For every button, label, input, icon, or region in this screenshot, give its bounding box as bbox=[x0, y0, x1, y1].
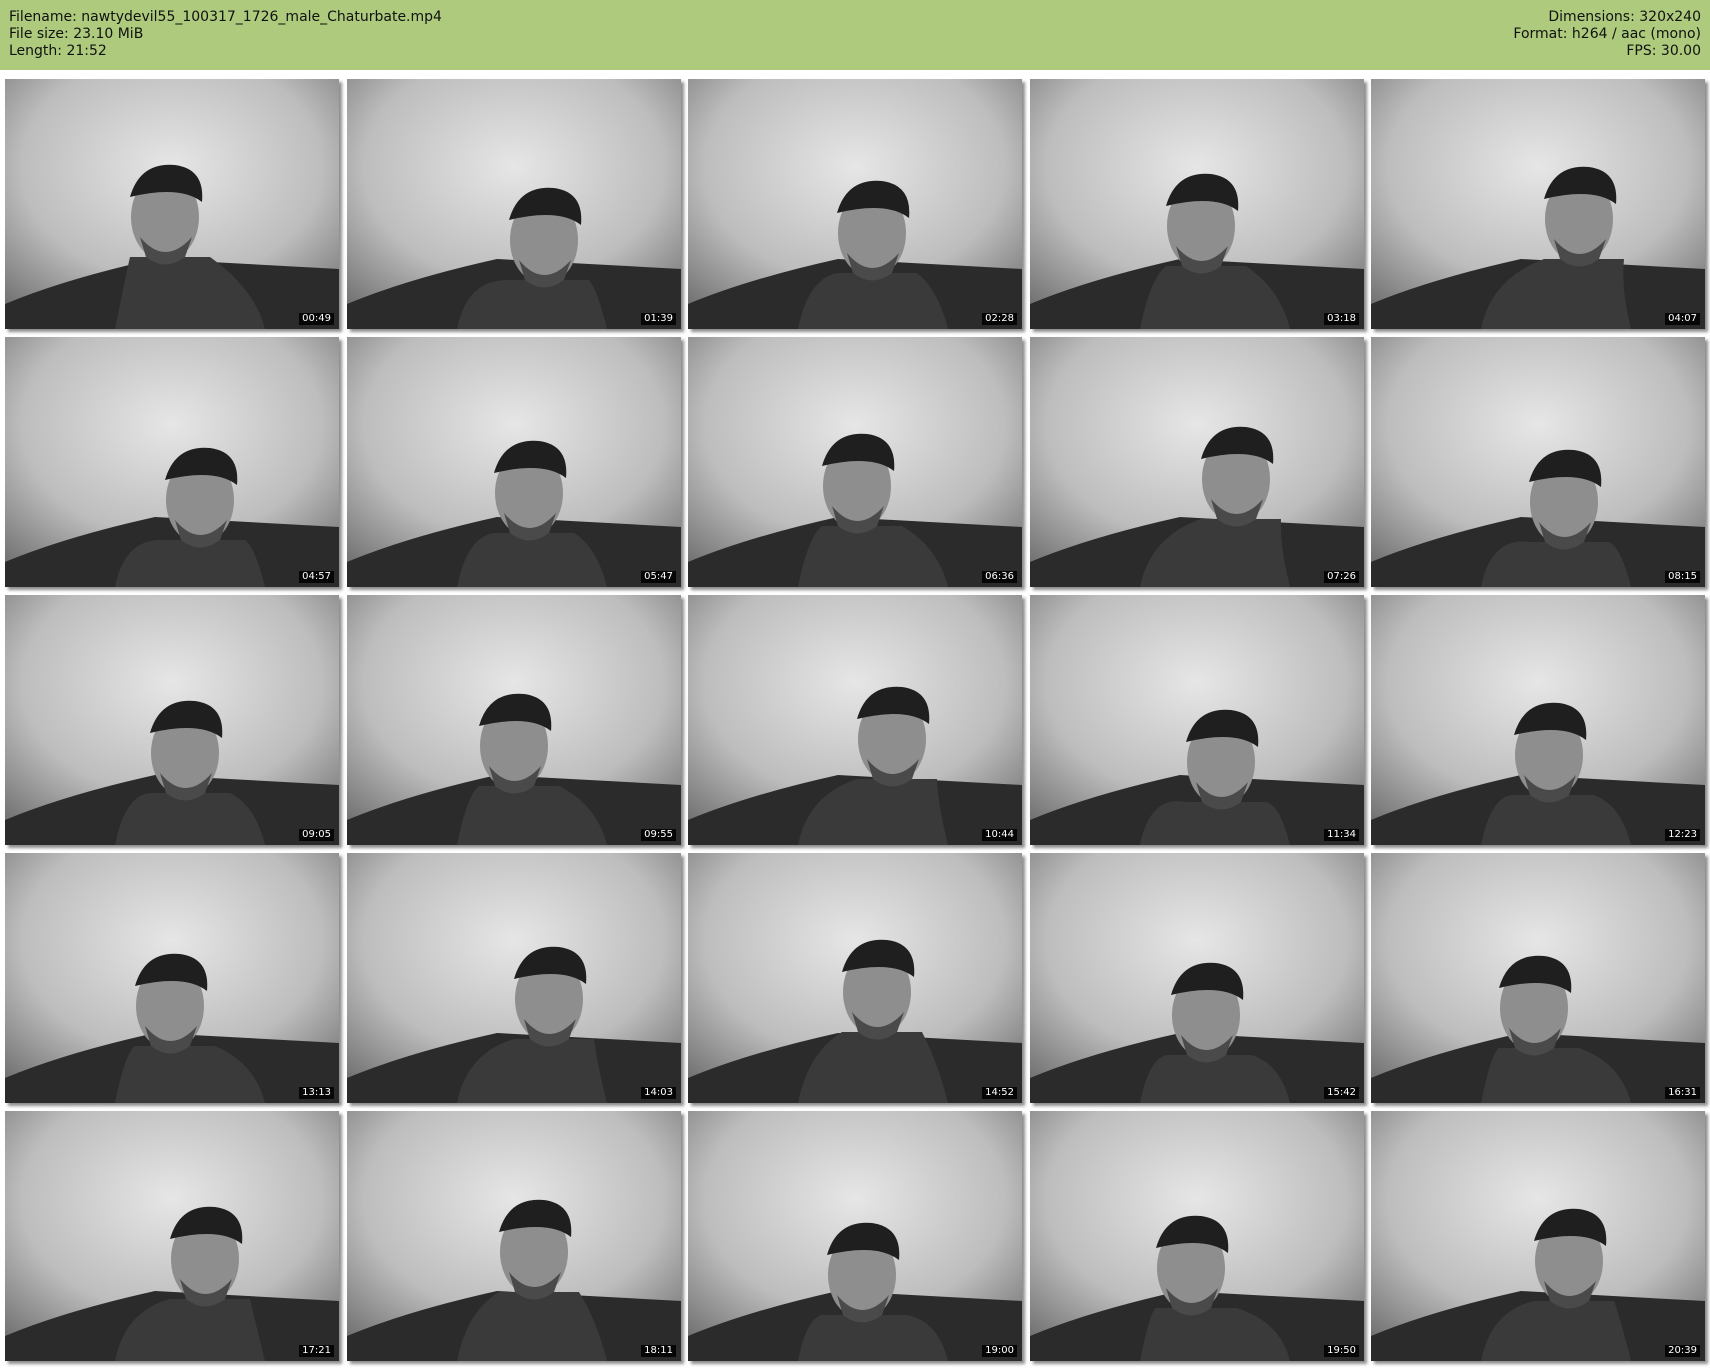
thumbnail-frame-image bbox=[347, 79, 681, 329]
video-thumbnail: 19:00 bbox=[688, 1111, 1022, 1361]
thumbnail-grid: 00:49 01:39 02:28 03:18 04:07 04:57 05:47 06:36… bbox=[5, 79, 1707, 1367]
thumbnail-frame-image bbox=[5, 1111, 339, 1361]
video-thumbnail: 06:36 bbox=[688, 337, 1022, 587]
thumbnail-timestamp: 12:23 bbox=[1665, 829, 1700, 841]
video-thumbnail: 13:13 bbox=[5, 853, 339, 1103]
video-thumbnail: 14:03 bbox=[347, 853, 681, 1103]
thumbnail-frame-image bbox=[1030, 853, 1364, 1103]
thumbnail-timestamp: 14:52 bbox=[982, 1087, 1017, 1099]
thumbnail-frame-image bbox=[688, 79, 1022, 329]
thumbnail-frame-image bbox=[1371, 853, 1705, 1103]
filename-text: Filename: nawtydevil55_100317_1726_male_… bbox=[9, 9, 442, 25]
thumbnail-timestamp: 19:50 bbox=[1324, 1345, 1359, 1357]
thumbnail-timestamp: 20:39 bbox=[1665, 1345, 1700, 1357]
thumbnail-timestamp: 15:42 bbox=[1324, 1087, 1359, 1099]
thumbnail-timestamp: 10:44 bbox=[982, 829, 1017, 841]
thumbnail-frame-image bbox=[347, 853, 681, 1103]
thumbnail-frame-image bbox=[347, 337, 681, 587]
thumbnail-frame-image bbox=[1371, 79, 1705, 329]
thumbnail-timestamp: 13:13 bbox=[299, 1087, 334, 1099]
thumbnail-frame-image bbox=[1371, 595, 1705, 845]
thumbnail-frame-image bbox=[347, 1111, 681, 1361]
thumbnail-timestamp: 14:03 bbox=[641, 1087, 676, 1099]
thumbnail-timestamp: 18:11 bbox=[641, 1345, 676, 1357]
filesize-text: File size: 23.10 MiB bbox=[9, 26, 144, 42]
video-thumbnail: 17:21 bbox=[5, 1111, 339, 1361]
fps-text: FPS: 30.00 bbox=[1626, 43, 1701, 59]
thumbnail-frame-image bbox=[347, 595, 681, 845]
video-thumbnail: 05:47 bbox=[347, 337, 681, 587]
thumbnail-frame-image bbox=[1030, 1111, 1364, 1361]
video-thumbnail: 19:50 bbox=[1030, 1111, 1364, 1361]
thumbnail-timestamp: 04:07 bbox=[1665, 313, 1700, 325]
video-thumbnail: 16:31 bbox=[1371, 853, 1705, 1103]
thumbnail-frame-image bbox=[5, 337, 339, 587]
video-thumbnail: 02:28 bbox=[688, 79, 1022, 329]
thumbnail-frame-image bbox=[1030, 337, 1364, 587]
thumbnail-timestamp: 09:55 bbox=[641, 829, 676, 841]
length-text: Length: 21:52 bbox=[9, 43, 107, 59]
thumbnail-timestamp: 07:26 bbox=[1324, 571, 1359, 583]
thumbnail-timestamp: 03:18 bbox=[1324, 313, 1359, 325]
thumbnail-timestamp: 17:21 bbox=[299, 1345, 334, 1357]
video-thumbnail: 07:26 bbox=[1030, 337, 1364, 587]
dimensions-text: Dimensions: 320x240 bbox=[1548, 9, 1701, 25]
contact-sheet-header: Filename: nawtydevil55_100317_1726_male_… bbox=[0, 0, 1710, 70]
thumbnail-frame-image bbox=[688, 1111, 1022, 1361]
video-thumbnail: 14:52 bbox=[688, 853, 1022, 1103]
video-thumbnail: 09:55 bbox=[347, 595, 681, 845]
thumbnail-frame-image bbox=[5, 595, 339, 845]
thumbnail-timestamp: 01:39 bbox=[641, 313, 676, 325]
format-text: Format: h264 / aac (mono) bbox=[1513, 26, 1701, 42]
video-thumbnail: 09:05 bbox=[5, 595, 339, 845]
thumbnail-frame-image bbox=[1030, 595, 1364, 845]
video-thumbnail: 01:39 bbox=[347, 79, 681, 329]
thumbnail-frame-image bbox=[688, 853, 1022, 1103]
thumbnail-frame-image bbox=[1030, 79, 1364, 329]
video-thumbnail: 08:15 bbox=[1371, 337, 1705, 587]
thumbnail-frame-image bbox=[1371, 337, 1705, 587]
thumbnail-timestamp: 16:31 bbox=[1665, 1087, 1700, 1099]
video-thumbnail: 18:11 bbox=[347, 1111, 681, 1361]
file-info-left: Filename: nawtydevil55_100317_1726_male_… bbox=[9, 9, 442, 60]
thumbnail-timestamp: 11:34 bbox=[1324, 829, 1359, 841]
video-thumbnail: 04:57 bbox=[5, 337, 339, 587]
video-thumbnail: 20:39 bbox=[1371, 1111, 1705, 1361]
thumbnail-timestamp: 05:47 bbox=[641, 571, 676, 583]
video-thumbnail: 12:23 bbox=[1371, 595, 1705, 845]
video-thumbnail: 00:49 bbox=[5, 79, 339, 329]
thumbnail-timestamp: 06:36 bbox=[982, 571, 1017, 583]
thumbnail-frame-image bbox=[1371, 1111, 1705, 1361]
video-thumbnail: 03:18 bbox=[1030, 79, 1364, 329]
thumbnail-frame-image bbox=[5, 853, 339, 1103]
thumbnail-frame-image bbox=[5, 79, 339, 329]
file-info-right: Dimensions: 320x240 Format: h264 / aac (… bbox=[1513, 9, 1701, 60]
thumbnail-timestamp: 04:57 bbox=[299, 571, 334, 583]
thumbnail-timestamp: 09:05 bbox=[299, 829, 334, 841]
video-thumbnail: 15:42 bbox=[1030, 853, 1364, 1103]
thumbnail-timestamp: 19:00 bbox=[982, 1345, 1017, 1357]
video-thumbnail: 04:07 bbox=[1371, 79, 1705, 329]
thumbnail-timestamp: 00:49 bbox=[299, 313, 334, 325]
thumbnail-frame-image bbox=[688, 337, 1022, 587]
video-thumbnail: 10:44 bbox=[688, 595, 1022, 845]
thumbnail-timestamp: 08:15 bbox=[1665, 571, 1700, 583]
thumbnail-timestamp: 02:28 bbox=[982, 313, 1017, 325]
video-thumbnail: 11:34 bbox=[1030, 595, 1364, 845]
thumbnail-frame-image bbox=[688, 595, 1022, 845]
